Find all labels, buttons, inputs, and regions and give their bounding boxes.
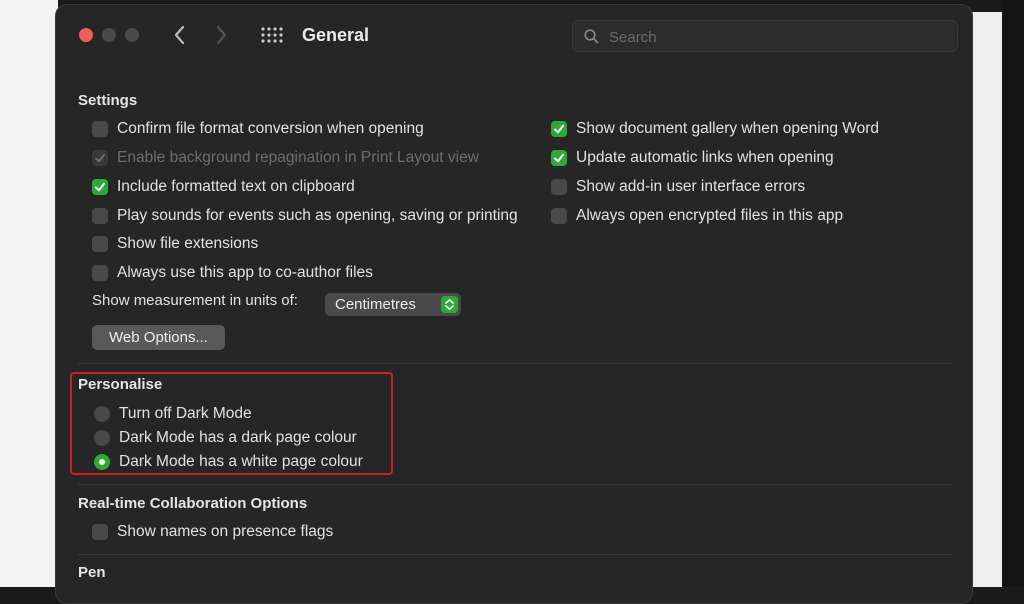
play-sounds-option[interactable]: Play sounds for events such as opening, …	[92, 205, 518, 227]
close-window-button[interactable]	[79, 28, 93, 42]
include-formatted-text-option[interactable]: Include formatted text on clipboard	[92, 176, 355, 198]
measurement-units-value: Centimetres	[335, 296, 416, 313]
confirm-file-format-checkbox[interactable]	[92, 121, 108, 137]
checkmark-icon	[554, 153, 564, 163]
presence-flags-option[interactable]: Show names on presence flags	[92, 521, 333, 543]
option-label: Show document gallery when opening Word	[576, 120, 880, 137]
checkmark-icon	[554, 124, 564, 134]
grid-icon[interactable]	[260, 26, 284, 44]
update-links-checkbox[interactable]	[551, 150, 567, 166]
minimize-window-button[interactable]	[102, 28, 116, 42]
option-label: Always use this app to co-author files	[117, 264, 373, 281]
presence-flags-checkbox[interactable]	[92, 524, 108, 540]
chevron-left-icon[interactable]	[172, 23, 186, 47]
addin-errors-option[interactable]: Show add-in user interface errors	[551, 176, 805, 198]
option-label: Show file extensions	[117, 235, 259, 252]
option-label: Include formatted text on clipboard	[117, 178, 355, 195]
addin-errors-checkbox[interactable]	[551, 179, 567, 195]
checkmark-icon	[95, 182, 105, 192]
option-label: Update automatic links when opening	[576, 149, 834, 166]
background-left	[0, 0, 58, 587]
show-document-gallery-option[interactable]: Show document gallery when opening Word	[551, 118, 879, 140]
show-document-gallery-checkbox[interactable]	[551, 121, 567, 137]
co-author-option[interactable]: Always use this app to co-author files	[92, 262, 373, 284]
option-label: Enable background repagination in Print …	[117, 149, 479, 166]
encrypted-files-checkbox[interactable]	[551, 208, 567, 224]
include-formatted-text-checkbox[interactable]	[92, 179, 108, 195]
window-title: General	[302, 25, 370, 45]
pen-section-title: Pen	[78, 564, 106, 581]
background-repagination-option: Enable background repagination in Print …	[92, 147, 479, 169]
play-sounds-checkbox[interactable]	[92, 208, 108, 224]
search-field[interactable]	[572, 20, 958, 52]
stepper-icon	[441, 296, 458, 313]
option-label: Show add-in user interface errors	[576, 178, 806, 195]
collaboration-section-title: Real-time Collaboration Options	[78, 495, 308, 512]
section-divider	[78, 554, 952, 555]
preferences-window: General Settings Confirm file format con…	[55, 4, 973, 604]
encrypted-files-option[interactable]: Always open encrypted files in this app	[551, 205, 843, 227]
confirm-file-format-option[interactable]: Confirm file format conversion when open…	[92, 118, 424, 140]
search-input[interactable]	[607, 25, 941, 49]
option-label: Play sounds for events such as opening, …	[117, 207, 518, 224]
option-label: Always open encrypted files in this app	[576, 207, 844, 224]
settings-section-title: Settings	[78, 92, 138, 109]
section-divider	[78, 363, 952, 364]
update-links-option[interactable]: Update automatic links when opening	[551, 147, 834, 169]
highlight-annotation	[70, 372, 393, 475]
co-author-checkbox[interactable]	[92, 265, 108, 281]
chevron-right-icon[interactable]	[215, 23, 229, 47]
background-right	[972, 12, 1002, 587]
web-options-button[interactable]: Web Options...	[92, 325, 225, 350]
zoom-window-button[interactable]	[125, 28, 139, 42]
search-icon	[584, 29, 599, 44]
option-label: Show names on presence flags	[117, 523, 334, 540]
section-divider	[78, 484, 952, 485]
measurement-units-label: Show measurement in units of:	[92, 292, 298, 309]
show-file-extensions-option[interactable]: Show file extensions	[92, 233, 258, 255]
background-edge	[1002, 0, 1024, 587]
show-file-extensions-checkbox[interactable]	[92, 236, 108, 252]
option-label: Confirm file format conversion when open…	[117, 120, 424, 137]
measurement-units-select[interactable]: Centimetres	[325, 293, 461, 316]
checkmark-icon	[95, 153, 105, 163]
background-repagination-checkbox	[92, 150, 108, 166]
